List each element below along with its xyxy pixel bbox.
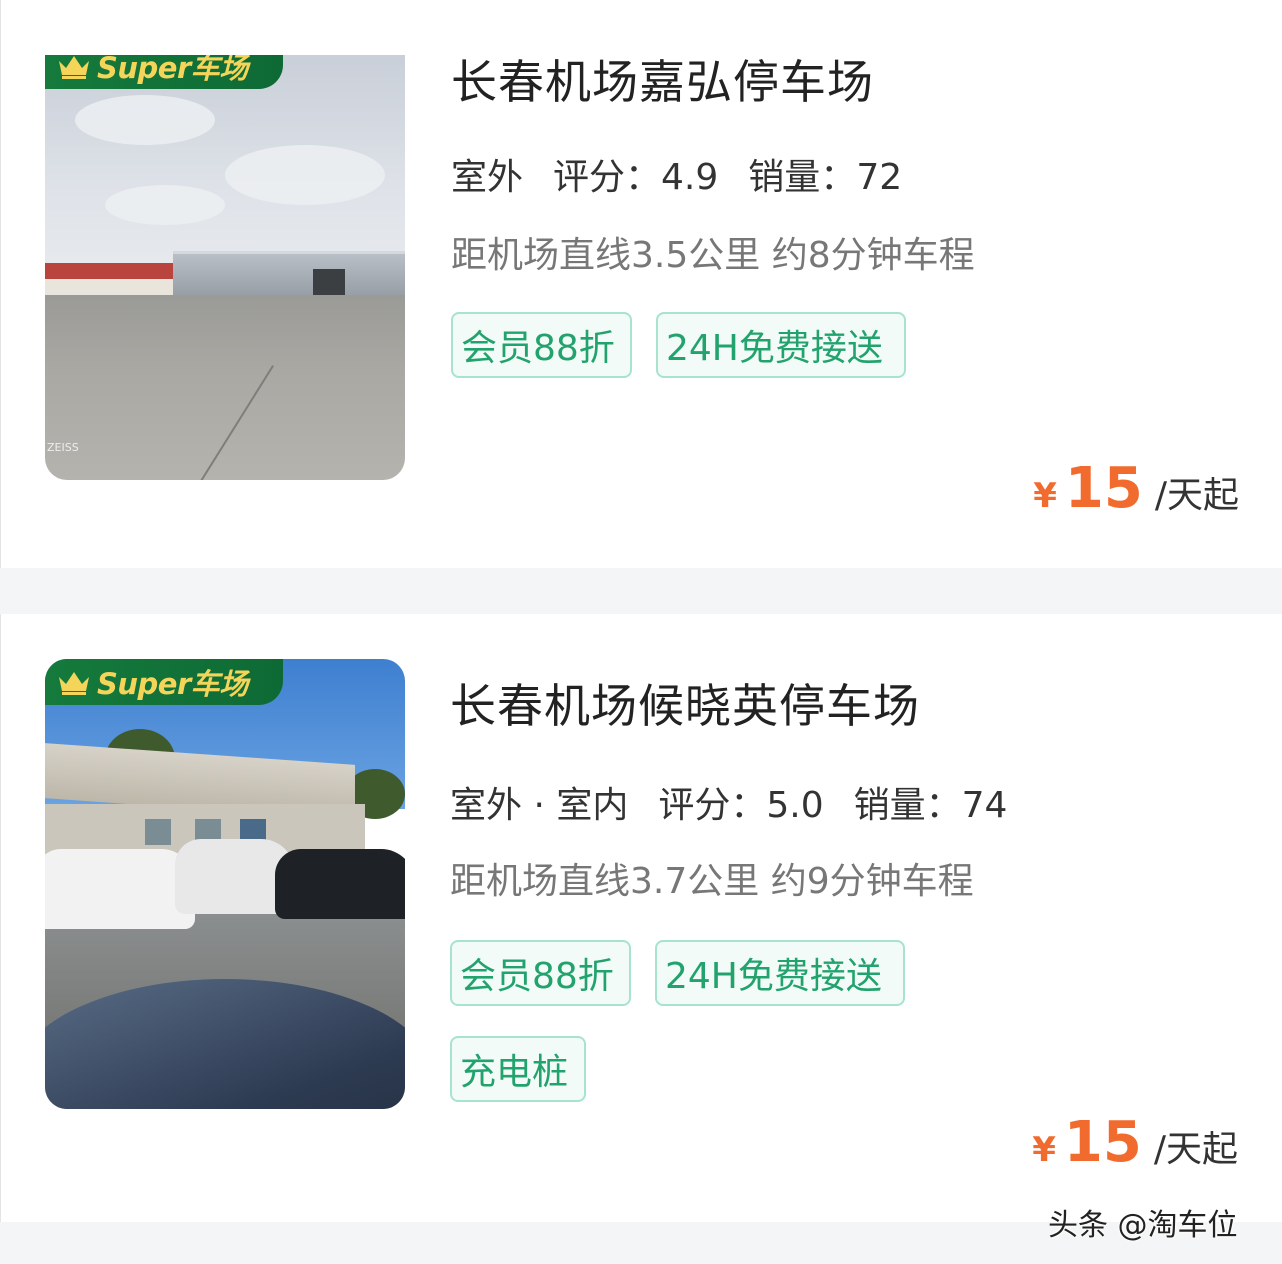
price-value: 15 [1064,456,1143,521]
tag-member-discount: 会员88折 [451,312,632,378]
rating: 评分：5.0 [658,785,824,826]
rating: 评分：4.9 [553,157,719,198]
tag-free-shuttle: 24H免费接送 [656,312,906,378]
source-watermark: 头条 @淘车位 [1048,1208,1238,1243]
price-unit: /天起 [1153,1129,1238,1170]
sales: 销量：74 [853,785,1008,826]
price: ¥ 15 /天起 [1032,1110,1238,1175]
price-unit: /天起 [1154,475,1239,516]
badge-label: Super车场 [97,667,248,701]
price-value: 15 [1063,1110,1142,1175]
parking-photo[interactable]: Super车场 [45,659,405,1109]
super-badge: Super车场 [45,55,283,89]
badge-label: Super车场 [97,55,248,85]
price: ¥ 15 /天起 [1033,456,1239,521]
tag-free-shuttle: 24H免费接送 [655,940,905,1006]
distance-info: 距机场直线3.5公里 约8分钟车程 [451,235,975,276]
tag-charging-pile: 充电桩 [450,1036,586,1102]
sales: 销量：72 [748,157,903,198]
crown-icon [57,669,91,695]
parking-type: 室外 [451,148,524,204]
parking-photo[interactable]: ZEISS Super车场 [45,55,405,480]
listing-card[interactable]: ZEISS Super车场 长春机场嘉弘停车场 室外 评分：4.9 销量：72 … [0,0,1282,568]
super-badge: Super车场 [45,659,283,705]
crown-icon [57,55,91,79]
tag-member-discount: 会员88折 [450,940,631,1006]
card-divider [0,568,1282,614]
distance-info: 距机场直线3.7公里 约9分钟车程 [450,861,974,902]
parking-name[interactable]: 长春机场候晓英停车场 [450,670,920,736]
meta-row: 室外 · 室内 评分：5.0 销量：74 [450,776,1037,832]
parking-type: 室外 · 室内 [450,776,629,832]
photo-watermark: ZEISS [47,441,79,454]
meta-row: 室外 评分：4.9 销量：72 [451,148,932,204]
currency-symbol: ¥ [1033,476,1057,516]
parking-name[interactable]: 长春机场嘉弘停车场 [451,46,874,112]
currency-symbol: ¥ [1032,1130,1056,1170]
